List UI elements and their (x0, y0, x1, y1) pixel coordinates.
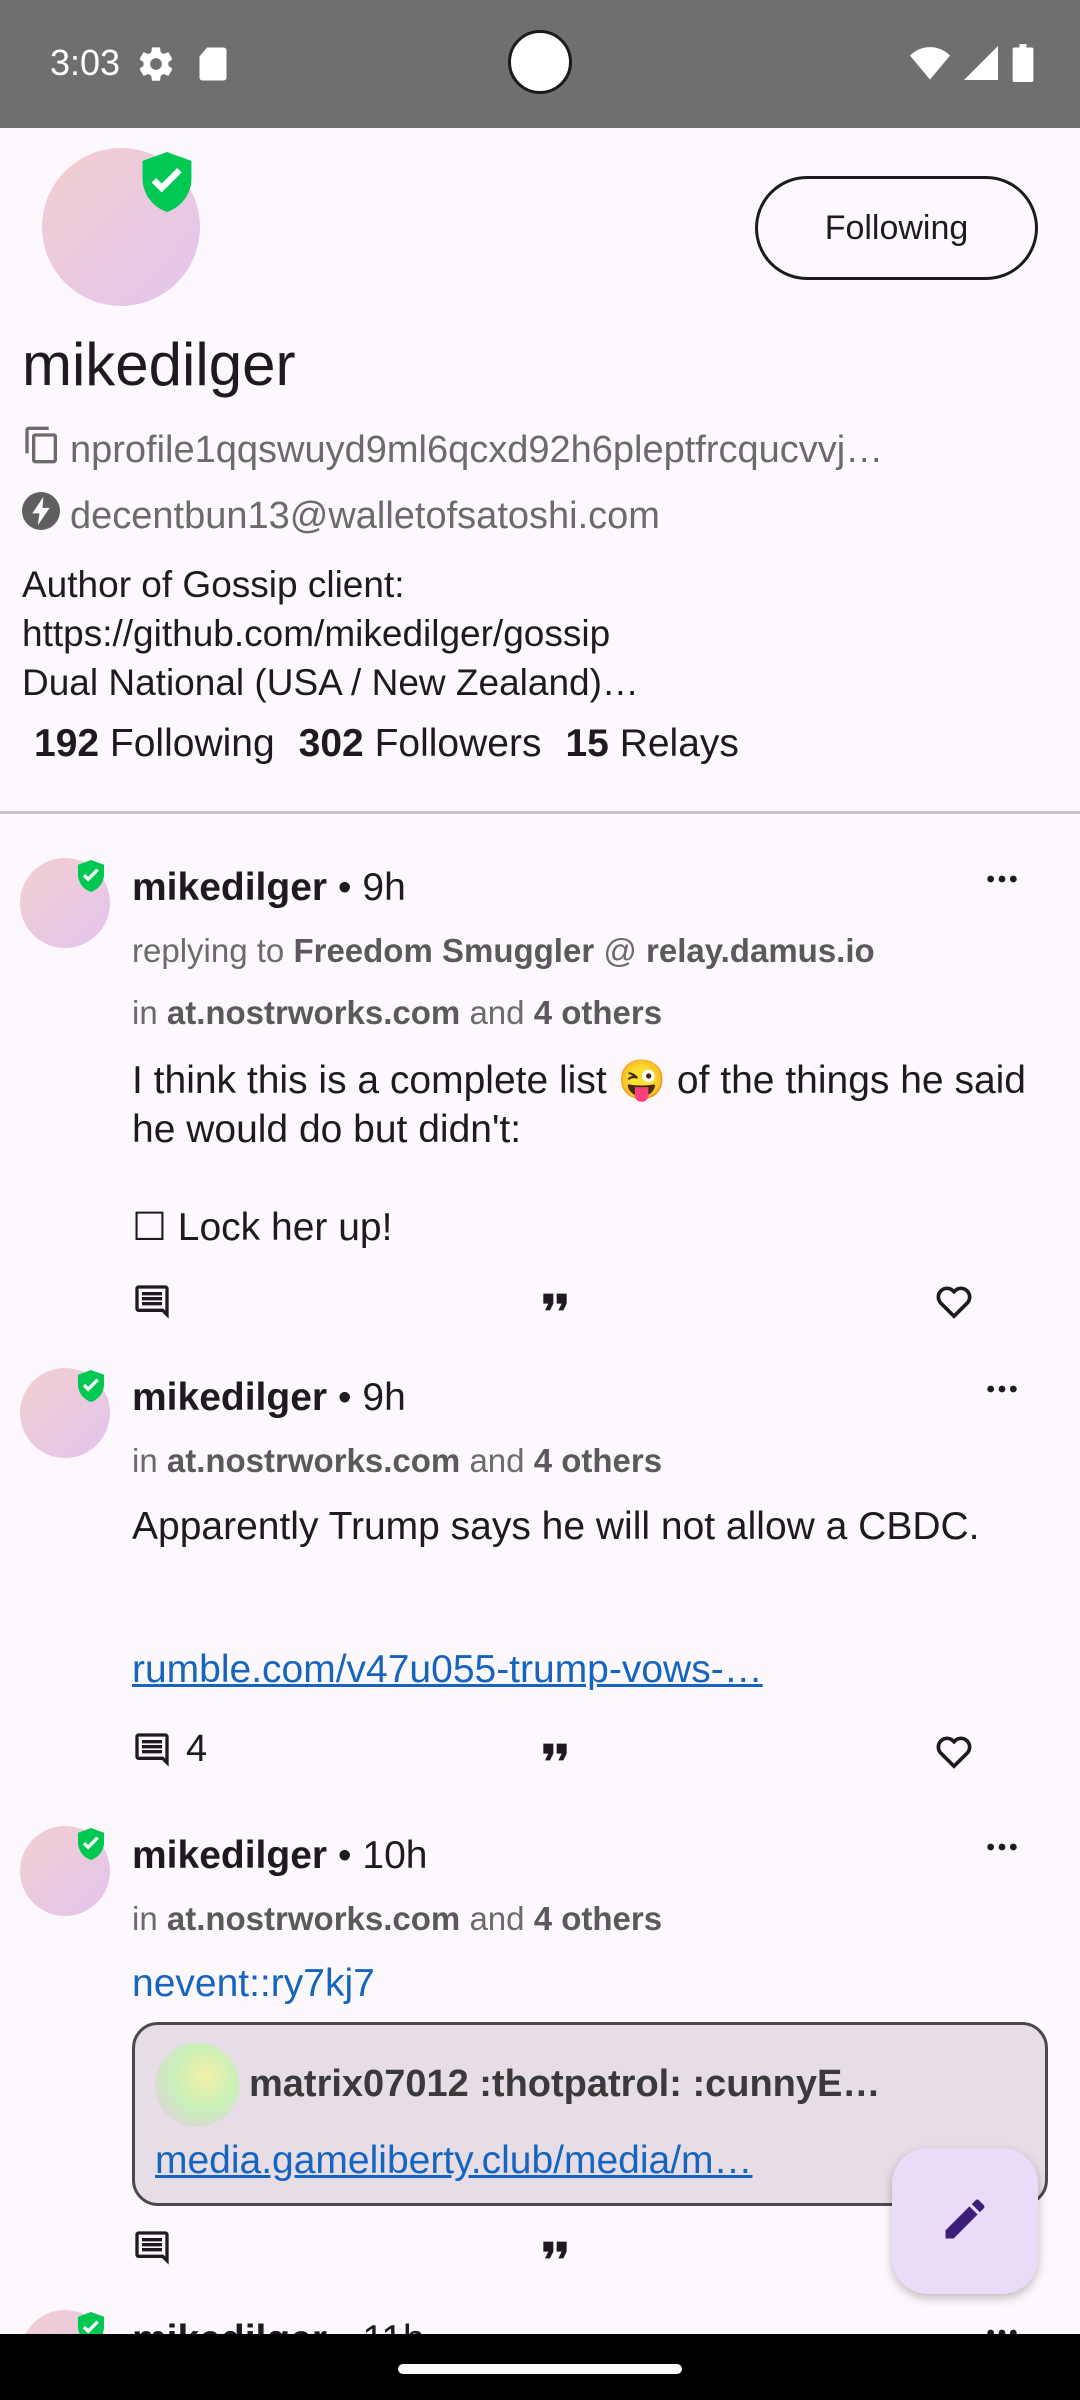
home-gesture-handle[interactable] (398, 2364, 682, 2374)
verified-badge-icon (76, 860, 106, 892)
relay-name[interactable]: at.nostrworks.com (167, 1900, 460, 1937)
post-header: mikedilger • 9h (132, 1376, 406, 1420)
reply-icon[interactable] (132, 2228, 172, 2268)
verified-badge-icon (76, 1370, 106, 1402)
lightning-icon (22, 492, 60, 540)
followers-count: 302 (298, 722, 364, 765)
post-author[interactable]: mikedilger (132, 1376, 327, 1419)
more-options-icon[interactable] (985, 1372, 1019, 1411)
edit-pencil-icon (939, 2193, 991, 2250)
npub-text: nprofile1qqswuyd9ml6qcxd92h6pleptfrcqucv… (70, 428, 884, 471)
followers-label: Followers (374, 722, 542, 765)
relay-others[interactable]: 4 others (534, 1442, 662, 1479)
relay-and: and (469, 1442, 525, 1479)
reply-icon (135, 1732, 169, 1767)
nevent-link[interactable]: nevent::ry7kj7 (132, 1962, 375, 2006)
reply-relay[interactable]: relay.damus.io (646, 932, 875, 969)
reply-to-user[interactable]: Freedom Smuggler (293, 932, 594, 969)
status-bar: 3:03 (0, 0, 1080, 128)
divider (0, 811, 1080, 814)
relay-info: in at.nostrworks.com and 4 others (132, 994, 662, 1032)
status-time: 3:03 (50, 42, 121, 83)
profile-name: mikedilger (22, 331, 296, 398)
post-time: • 9h (337, 866, 406, 909)
following-count: 192 (34, 722, 100, 765)
post-author[interactable]: mikedilger (132, 1834, 327, 1877)
following-stat[interactable]: 192 Following (34, 722, 275, 766)
relay-prefix: in (132, 1900, 158, 1937)
post-time: • 10h (337, 1834, 428, 1877)
reply-count: 4 (186, 1728, 208, 1770)
more-options-icon[interactable] (985, 862, 1019, 901)
reply-icon[interactable] (132, 1282, 172, 1322)
reply-prefix: replying to (132, 932, 285, 969)
battery-icon (1012, 44, 1034, 87)
verified-badge-icon (140, 152, 194, 212)
relay-info: in at.nostrworks.com and 4 others (132, 1442, 662, 1480)
relay-prefix: in (132, 994, 158, 1031)
quoted-author-avatar[interactable] (155, 2043, 239, 2127)
relay-others[interactable]: 4 others (534, 1900, 662, 1937)
relay-info: in at.nostrworks.com and 4 others (132, 1900, 662, 1938)
lightning-address-row[interactable]: decentbun13@walletofsatoshi.com (22, 492, 660, 540)
verified-badge-icon (76, 1828, 106, 1860)
status-icons (910, 44, 1034, 87)
copy-icon[interactable] (22, 425, 62, 475)
post-content: Apparently Trump says he will not allow … (132, 1505, 980, 1548)
camera-cutout (508, 30, 572, 94)
more-options-icon[interactable] (985, 1830, 1019, 1869)
relay-prefix: in (132, 1442, 158, 1479)
lightning-address: decentbun13@walletofsatoshi.com (70, 494, 660, 537)
quoted-media-link[interactable]: media.gameliberty.club/media/m… (155, 2139, 753, 2183)
post-content: I think this is a complete list 😜 of the… (132, 1059, 1026, 1249)
quote-icon[interactable] (535, 1732, 575, 1772)
relay-name[interactable]: at.nostrworks.com (167, 994, 460, 1031)
relay-and: and (469, 1900, 525, 1937)
like-heart-icon[interactable] (934, 1732, 974, 1772)
wifi-icon (910, 46, 950, 85)
post-link[interactable]: rumble.com/v47u055-trump-vows-… (132, 1648, 763, 1692)
relays-label: Relays (619, 722, 739, 765)
quote-icon[interactable] (535, 1282, 575, 1322)
profile-stats: 192 Following 302 Followers 15 Relays (34, 722, 739, 766)
reply-info: replying to Freedom Smuggler @ relay.dam… (132, 932, 875, 970)
compose-fab[interactable] (892, 2148, 1038, 2294)
relay-and: and (469, 994, 525, 1031)
relays-count: 15 (565, 722, 609, 765)
following-label: Following (109, 722, 275, 765)
post-header: mikedilger • 9h (132, 866, 406, 910)
relays-stat[interactable]: 15 Relays (565, 722, 738, 766)
relay-others[interactable]: 4 others (534, 994, 662, 1031)
quoted-author-name[interactable]: matrix07012 :thotpatrol: :cunnyE… (249, 2063, 880, 2106)
post-author[interactable]: mikedilger (132, 866, 327, 909)
following-button[interactable]: Following (755, 176, 1038, 280)
settings-gear-icon (136, 44, 176, 89)
reply-at: @ (603, 932, 637, 969)
profile-about: Author of Gossip client: https://github.… (22, 564, 639, 703)
signal-icon (964, 46, 998, 85)
quote-icon[interactable] (535, 2230, 575, 2270)
reply-button[interactable]: 4 (132, 1728, 207, 1771)
post-header: mikedilger • 10h (132, 1834, 427, 1878)
npub-row[interactable]: nprofile1qqswuyd9ml6qcxd92h6pleptfrcqucv… (22, 425, 1032, 475)
post-time: • 9h (337, 1376, 406, 1419)
relay-name[interactable]: at.nostrworks.com (167, 1442, 460, 1479)
like-heart-icon[interactable] (934, 1282, 974, 1322)
followers-stat[interactable]: 302 Followers (299, 722, 542, 766)
sd-card-icon (198, 46, 228, 87)
